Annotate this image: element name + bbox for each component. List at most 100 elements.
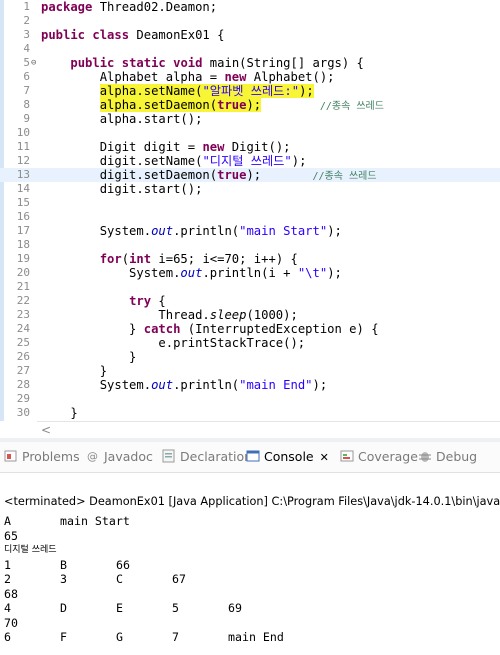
- code-line[interactable]: 7 alpha.setName("알파벳 쓰레드:");: [0, 84, 500, 98]
- tab-debug[interactable]: Debug: [418, 446, 477, 468]
- code-text: }: [41, 350, 136, 364]
- code-token: package: [41, 0, 93, 14]
- code-token: new: [202, 140, 225, 154]
- code-line[interactable]: 10: [0, 126, 500, 140]
- code-token: out: [151, 378, 174, 392]
- code-token: //종속 쓰레드: [319, 101, 384, 112]
- line-number: 7: [23, 84, 30, 97]
- line-number: 21: [16, 280, 30, 293]
- code-line[interactable]: 17 System.out.println("main Start");: [0, 224, 500, 238]
- console-output-line: 4 D E 5 69: [0, 601, 500, 615]
- line-number: 11: [16, 140, 30, 153]
- code-text: } catch (InterruptedException e) {: [41, 322, 379, 336]
- code-text: e.printStackTrace();: [41, 336, 305, 350]
- code-line[interactable]: 25 e.printStackTrace();: [0, 336, 500, 350]
- tab-coverage[interactable]: Coverage: [340, 446, 418, 468]
- code-text: }: [41, 406, 77, 420]
- code-token: }: [41, 322, 144, 336]
- code-line[interactable]: 3 public class DeamonEx01 {: [0, 28, 500, 42]
- code-token: alpha.setName(: [99, 84, 203, 98]
- line-number: 28: [16, 378, 30, 391]
- code-token: .println(: [173, 378, 240, 392]
- code-token: System.: [41, 224, 152, 238]
- code-line[interactable]: 22 try {: [0, 294, 500, 308]
- code-line[interactable]: 23 Thread.sleep(1000);: [0, 308, 500, 322]
- console-output-cell: 69: [228, 601, 242, 615]
- code-line[interactable]: 12 digit.setName("디지털 쓰레드");: [0, 154, 500, 168]
- code-line[interactable]: 16: [0, 210, 500, 224]
- code-text: System.out.println(i + "\t");: [41, 266, 342, 280]
- code-text: alpha.setName("알파벳 쓰레드:");: [41, 84, 314, 98]
- code-token: }: [41, 350, 137, 364]
- code-line[interactable]: 29: [0, 392, 500, 406]
- console-output-line: 70: [0, 616, 500, 630]
- code-token: System.: [41, 266, 181, 280]
- code-token: i=65; i<=70; i++) {: [151, 252, 298, 266]
- line-number: 2: [23, 14, 30, 27]
- code-line[interactable]: 20 System.out.println(i + "\t");: [0, 266, 500, 280]
- code-token: );: [327, 224, 342, 238]
- code-line[interactable]: 27 }: [0, 364, 500, 378]
- code-line[interactable]: 21: [0, 280, 500, 294]
- close-tab-icon[interactable]: ✕: [320, 451, 329, 464]
- code-token: digit.setName(: [41, 154, 203, 168]
- javadoc-icon: @: [86, 448, 100, 463]
- fold-toggle-icon[interactable]: ⊖: [31, 58, 36, 68]
- code-line[interactable]: 30 }: [0, 406, 500, 420]
- console-output-cell: 2: [4, 572, 11, 586]
- code-token: }: [41, 364, 108, 378]
- scroll-left-icon[interactable]: <: [41, 422, 51, 438]
- line-number: 24: [16, 322, 30, 335]
- console-output-cell: 66: [116, 557, 130, 572]
- code-line[interactable]: 8 alpha.setDaemon(true); //종속 쓰레드: [0, 98, 500, 112]
- code-line[interactable]: 11 Digit digit = new Digit();: [0, 140, 500, 154]
- code-token: "main End": [239, 378, 313, 392]
- tab-javadoc[interactable]: @ Javadoc: [86, 446, 153, 468]
- line-number: 15: [16, 196, 30, 209]
- code-token: (: [121, 252, 130, 266]
- code-line[interactable]: 14 digit.start();: [0, 182, 500, 196]
- bottom-panel-tabbar: Problems @ Javadoc Declaration Console ✕ Cover…: [0, 442, 500, 473]
- code-line[interactable]: 15: [0, 196, 500, 210]
- tab-declaration[interactable]: Declaration: [162, 446, 252, 468]
- code-token: DeamonEx01 {: [129, 28, 225, 42]
- code-token: true: [217, 168, 247, 182]
- code-text: System.out.println("main End");: [41, 378, 328, 392]
- code-line[interactable]: 6 Alphabet alpha = new Alphabet();: [0, 70, 500, 84]
- code-line[interactable]: 18: [0, 238, 500, 252]
- code-editor[interactable]: 1 package Thread02.Deamon; 2 3 public class …: [0, 0, 500, 421]
- code-line[interactable]: 1 package Thread02.Deamon;: [0, 0, 500, 14]
- console-output-cell: E: [116, 601, 123, 615]
- code-token: out: [180, 266, 203, 280]
- tab-problems[interactable]: Problems: [4, 446, 80, 468]
- console-output-cell: G: [116, 630, 123, 644]
- console-view[interactable]: <terminated> DeamonEx01 [Java Applicatio…: [0, 473, 500, 655]
- console-output-cell: 6: [4, 630, 11, 644]
- code-line[interactable]: 26 }: [0, 350, 500, 364]
- line-number: 19: [16, 252, 30, 265]
- code-token: public: [70, 56, 115, 70]
- code-line[interactable]: 19 for(int i=65; i<=70; i++) {: [0, 252, 500, 266]
- code-line[interactable]: 4: [0, 42, 500, 56]
- line-number: 27: [16, 364, 30, 377]
- code-token: "알파벳 쓰레드:": [202, 84, 300, 98]
- console-terminated-header: <terminated> DeamonEx01 [Java Applicatio…: [4, 495, 500, 508]
- code-line[interactable]: 9 alpha.start();: [0, 112, 500, 126]
- code-text: }: [41, 364, 107, 378]
- code-line[interactable]: 24 } catch (InterruptedException e) {: [0, 322, 500, 336]
- tab-label: Coverage: [358, 449, 418, 464]
- editor-horizontal-scrollbar[interactable]: <: [37, 421, 500, 438]
- code-line[interactable]: 28 System.out.println("main End");: [0, 378, 500, 392]
- code-line[interactable]: 2: [0, 14, 500, 28]
- console-output-cell: B: [60, 557, 67, 572]
- code-line[interactable]: 13 digit.setDaemon(true); //종속 쓰레드: [0, 168, 500, 182]
- code-token: Thread.: [41, 308, 210, 322]
- line-number: 30: [16, 406, 30, 419]
- tab-console[interactable]: Console ✕: [246, 446, 329, 468]
- code-line[interactable]: 5 ⊖ public static void main(String[] args…: [0, 56, 500, 70]
- line-number: 14: [16, 182, 30, 195]
